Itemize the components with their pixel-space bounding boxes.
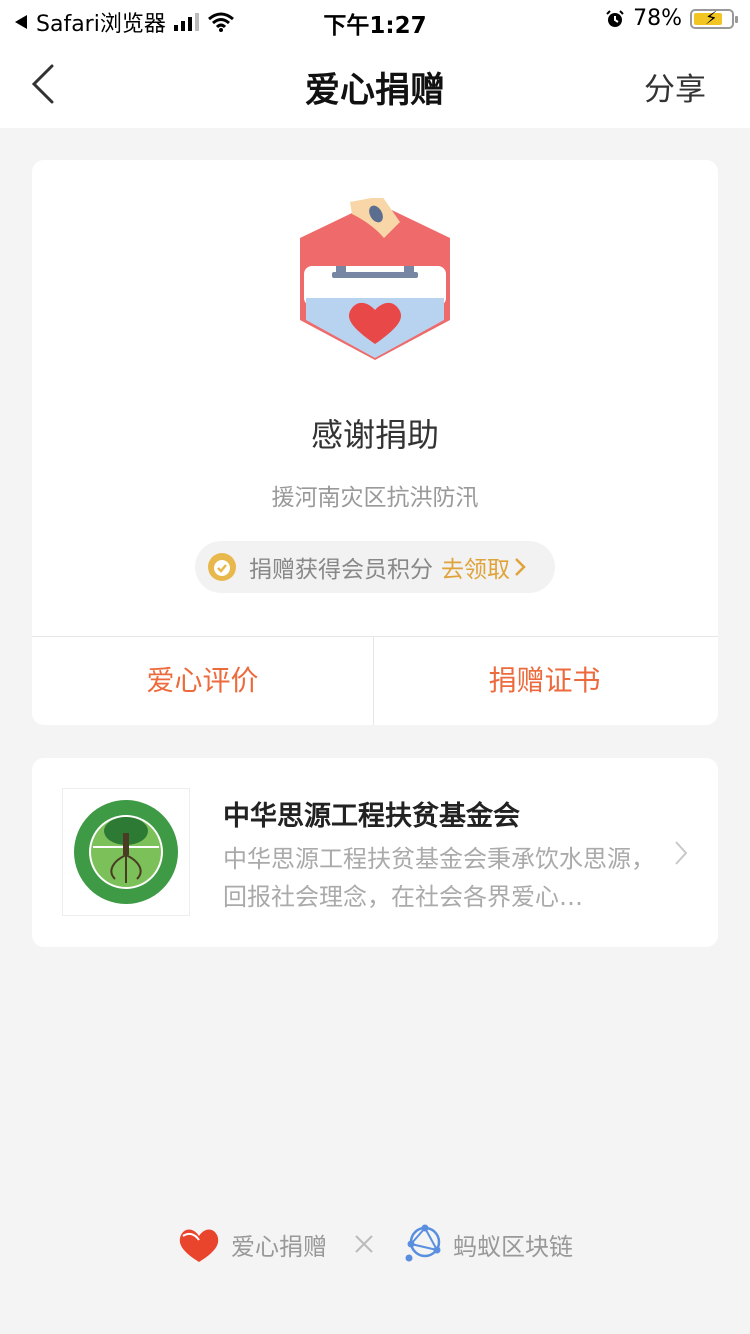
organization-description: 中华思源工程扶贫基金会秉承饮水思源，回报社会理念，在社会各界爱心… <box>223 845 655 911</box>
project-name: 援河南灾区抗洪防汛 <box>271 485 479 511</box>
nav-bar: 爱心捐赠 分享 <box>0 42 750 128</box>
claim-points-pill[interactable]: 捐赠获得会员积分 去领取 <box>195 541 555 593</box>
donation-certificate-button[interactable]: 捐赠证书 <box>374 637 715 725</box>
thanks-heading: 感谢捐助 <box>310 416 439 454</box>
page-title: 爱心捐赠 <box>304 71 445 111</box>
organization-name: 中华思源工程扶贫基金会 <box>223 801 520 832</box>
organization-card[interactable]: 中华思源工程扶贫基金会 中华思源工程扶贫基金会秉承饮水思源，回报社会理念，在社会… <box>32 758 718 947</box>
points-text: 捐赠获得会员积分 <box>249 557 433 583</box>
thanks-card: 感谢捐助 援河南灾区抗洪防汛 捐赠获得会员积分 去领取 爱心评价 捐赠证书 <box>32 160 718 725</box>
times-icon <box>355 1235 373 1253</box>
claim-link[interactable]: 去领取 <box>441 550 510 584</box>
organization-logo <box>62 788 190 916</box>
battery-icon: ⚡ <box>690 7 738 29</box>
charging-bolt-icon: ⚡ <box>705 7 718 29</box>
chevron-right-icon <box>675 841 688 865</box>
share-button[interactable]: 分享 <box>644 64 706 109</box>
medal-icon <box>208 553 236 581</box>
footer-brand-right-label: 蚂蚁区块链 <box>453 1232 573 1261</box>
battery-percent: 78% <box>633 6 682 31</box>
status-bar: Safari浏览器 下午1:27 78% ⚡ <box>0 0 750 42</box>
footer-brands: 爱心捐赠 蚂蚁区块链 <box>0 1222 750 1266</box>
blockchain-icon <box>405 1224 441 1262</box>
status-right: 78% ⚡ <box>605 6 738 31</box>
footer-brand-charity: 爱心捐赠 <box>177 1224 327 1264</box>
footer-brand-left-label: 爱心捐赠 <box>231 1232 327 1261</box>
footer-brand-blockchain: 蚂蚁区块链 <box>401 1224 573 1264</box>
donation-box-illustration <box>300 198 450 360</box>
alarm-icon <box>606 9 624 27</box>
svgoc-logo-icon <box>74 800 178 904</box>
heart-hand-icon <box>179 1229 219 1262</box>
chevron-right-icon <box>515 558 526 576</box>
love-review-button[interactable]: 爱心评价 <box>32 637 373 725</box>
